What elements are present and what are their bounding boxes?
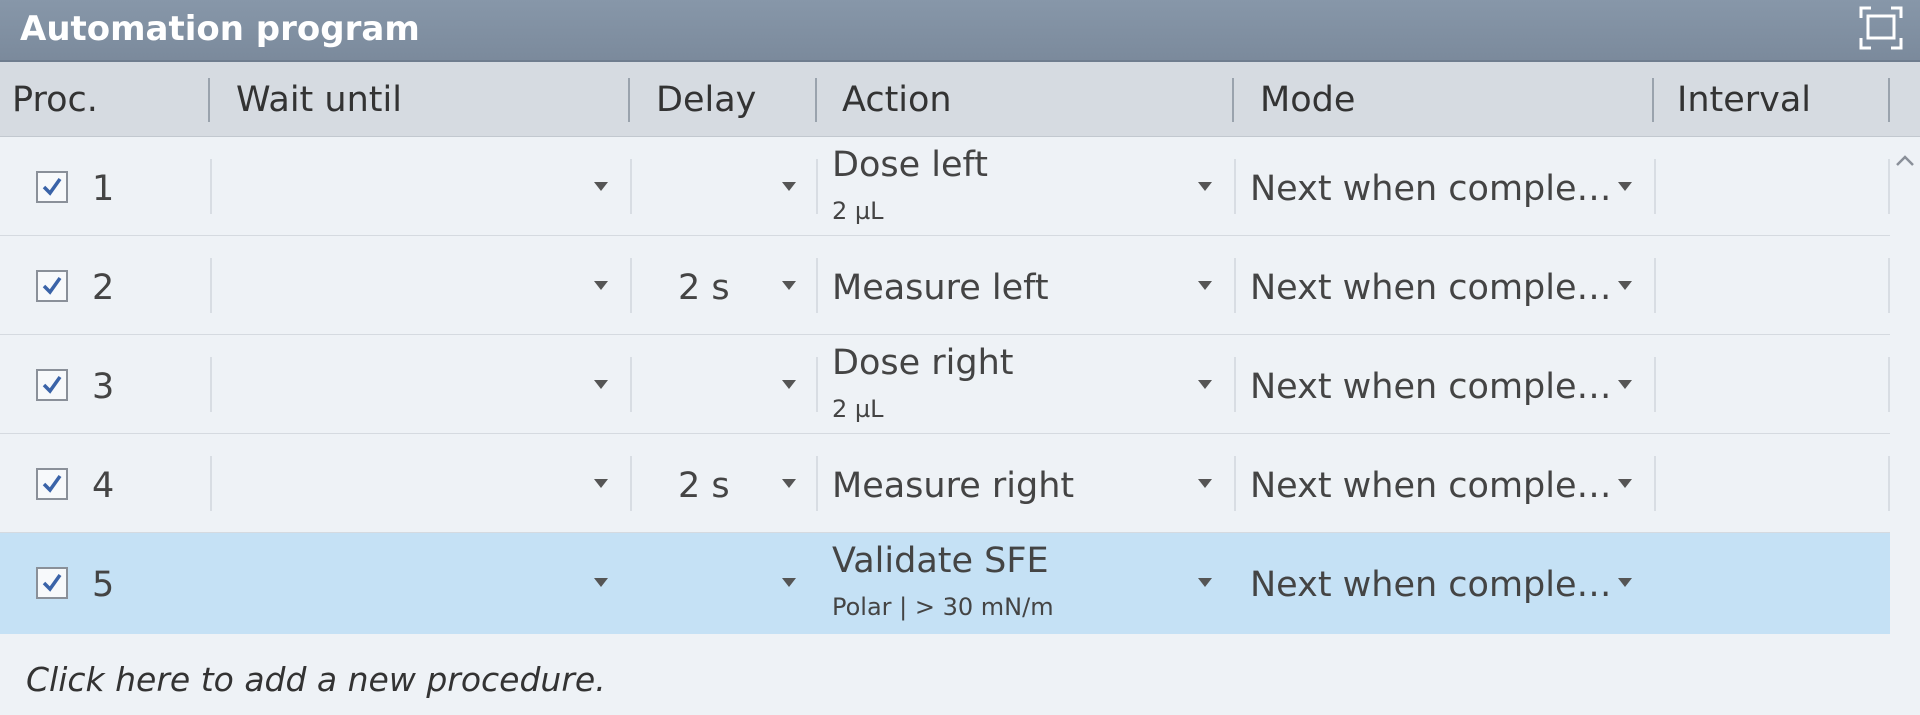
- dropdown-arrow-icon[interactable]: [594, 578, 608, 587]
- dropdown-arrow-icon[interactable]: [782, 479, 796, 488]
- column-divider: [1234, 159, 1236, 214]
- procedure-number: 3: [92, 367, 115, 407]
- column-divider: [1654, 258, 1656, 313]
- column-resize-handle[interactable]: [1888, 78, 1890, 122]
- procedure-number: 1: [92, 169, 115, 209]
- dropdown-arrow-icon[interactable]: [1618, 182, 1632, 191]
- column-divider: [210, 456, 212, 511]
- dropdown-arrow-icon[interactable]: [1198, 479, 1212, 488]
- table-row-selected[interactable]: 5 Validate SFE Polar | > 30 mN/m Next wh…: [0, 533, 1890, 634]
- column-header-action[interactable]: Action: [842, 62, 952, 136]
- action-name[interactable]: Measure left: [832, 268, 1049, 308]
- mode-value[interactable]: Next when comple…: [1250, 367, 1612, 407]
- dropdown-arrow-icon[interactable]: [782, 380, 796, 389]
- table-row[interactable]: 4 2 s Measure right Next when comple…: [0, 434, 1890, 533]
- delay-value[interactable]: 2 s: [678, 466, 730, 506]
- column-divider: [630, 159, 632, 214]
- maximize-icon[interactable]: [1858, 5, 1904, 51]
- action-name[interactable]: Measure right: [832, 466, 1074, 506]
- procedure-number: 4: [92, 466, 115, 506]
- add-procedure-link[interactable]: Click here to add a new procedure.: [26, 660, 606, 699]
- action-detail: 2 µL: [832, 395, 884, 423]
- mode-value[interactable]: Next when comple…: [1250, 268, 1612, 308]
- checkbox-checked-icon[interactable]: [36, 171, 68, 203]
- dropdown-arrow-icon[interactable]: [1198, 281, 1212, 290]
- column-divider: [1888, 258, 1890, 313]
- checkbox-checked-icon[interactable]: [36, 369, 68, 401]
- table-row[interactable]: 1 Dose left 2 µL Next when comple…: [0, 137, 1890, 236]
- action-detail: Polar | > 30 mN/m: [832, 593, 1054, 621]
- column-resize-handle[interactable]: [628, 78, 630, 122]
- action-detail: 2 µL: [832, 197, 884, 225]
- table-row[interactable]: 3 Dose right 2 µL Next when comple…: [0, 335, 1890, 434]
- automation-program-panel: Automation program Proc. Wait until Dela…: [0, 0, 1920, 715]
- column-divider: [816, 258, 818, 313]
- column-divider: [210, 258, 212, 313]
- column-resize-handle[interactable]: [208, 78, 210, 122]
- table-row[interactable]: 2 2 s Measure left Next when comple…: [0, 236, 1890, 335]
- scroll-up-icon[interactable]: [1895, 152, 1915, 171]
- column-divider: [1234, 456, 1236, 511]
- column-divider: [630, 357, 632, 412]
- column-header-delay[interactable]: Delay: [656, 62, 756, 136]
- column-divider: [1888, 456, 1890, 511]
- column-divider: [210, 159, 212, 214]
- delay-value[interactable]: 2 s: [678, 268, 730, 308]
- checkbox-checked-icon[interactable]: [36, 270, 68, 302]
- checkbox-checked-icon[interactable]: [36, 567, 68, 599]
- column-header-wait-until[interactable]: Wait until: [236, 62, 402, 136]
- column-header-proc[interactable]: Proc.: [12, 62, 98, 136]
- mode-value[interactable]: Next when comple…: [1250, 466, 1612, 506]
- column-divider: [1234, 357, 1236, 412]
- procedure-number: 5: [92, 565, 115, 605]
- column-divider: [1654, 456, 1656, 511]
- title-bar: Automation program: [0, 0, 1920, 62]
- action-name[interactable]: Validate SFE: [832, 541, 1049, 581]
- dropdown-arrow-icon[interactable]: [594, 479, 608, 488]
- column-divider: [630, 456, 632, 511]
- column-header-mode[interactable]: Mode: [1260, 62, 1355, 136]
- checkbox-checked-icon[interactable]: [36, 468, 68, 500]
- column-resize-handle[interactable]: [815, 78, 817, 122]
- column-divider: [1888, 357, 1890, 412]
- column-resize-handle[interactable]: [1652, 78, 1654, 122]
- dropdown-arrow-icon[interactable]: [1618, 281, 1632, 290]
- dropdown-arrow-icon[interactable]: [1198, 182, 1212, 191]
- column-divider: [816, 357, 818, 412]
- panel-title: Automation program: [20, 9, 420, 49]
- column-divider: [1654, 159, 1656, 214]
- dropdown-arrow-icon[interactable]: [1198, 380, 1212, 389]
- dropdown-arrow-icon[interactable]: [1618, 578, 1632, 587]
- action-name[interactable]: Dose right: [832, 343, 1014, 383]
- dropdown-arrow-icon[interactable]: [782, 182, 796, 191]
- dropdown-arrow-icon[interactable]: [782, 578, 796, 587]
- dropdown-arrow-icon[interactable]: [594, 182, 608, 191]
- column-divider: [1888, 159, 1890, 214]
- action-name[interactable]: Dose left: [832, 145, 988, 185]
- column-divider: [816, 456, 818, 511]
- mode-value[interactable]: Next when comple…: [1250, 565, 1612, 605]
- dropdown-arrow-icon[interactable]: [1198, 578, 1212, 587]
- column-header-interval[interactable]: Interval: [1677, 62, 1811, 136]
- column-divider: [210, 357, 212, 412]
- column-divider: [630, 258, 632, 313]
- dropdown-arrow-icon[interactable]: [594, 281, 608, 290]
- mode-value[interactable]: Next when comple…: [1250, 169, 1612, 209]
- dropdown-arrow-icon[interactable]: [1618, 479, 1632, 488]
- column-divider: [1234, 258, 1236, 313]
- table-header: Proc. Wait until Delay Action Mode Inter…: [0, 62, 1920, 137]
- procedure-number: 2: [92, 268, 115, 308]
- column-resize-handle[interactable]: [1232, 78, 1234, 122]
- dropdown-arrow-icon[interactable]: [1618, 380, 1632, 389]
- column-divider: [816, 159, 818, 214]
- column-divider: [1654, 357, 1656, 412]
- dropdown-arrow-icon[interactable]: [782, 281, 796, 290]
- dropdown-arrow-icon[interactable]: [594, 380, 608, 389]
